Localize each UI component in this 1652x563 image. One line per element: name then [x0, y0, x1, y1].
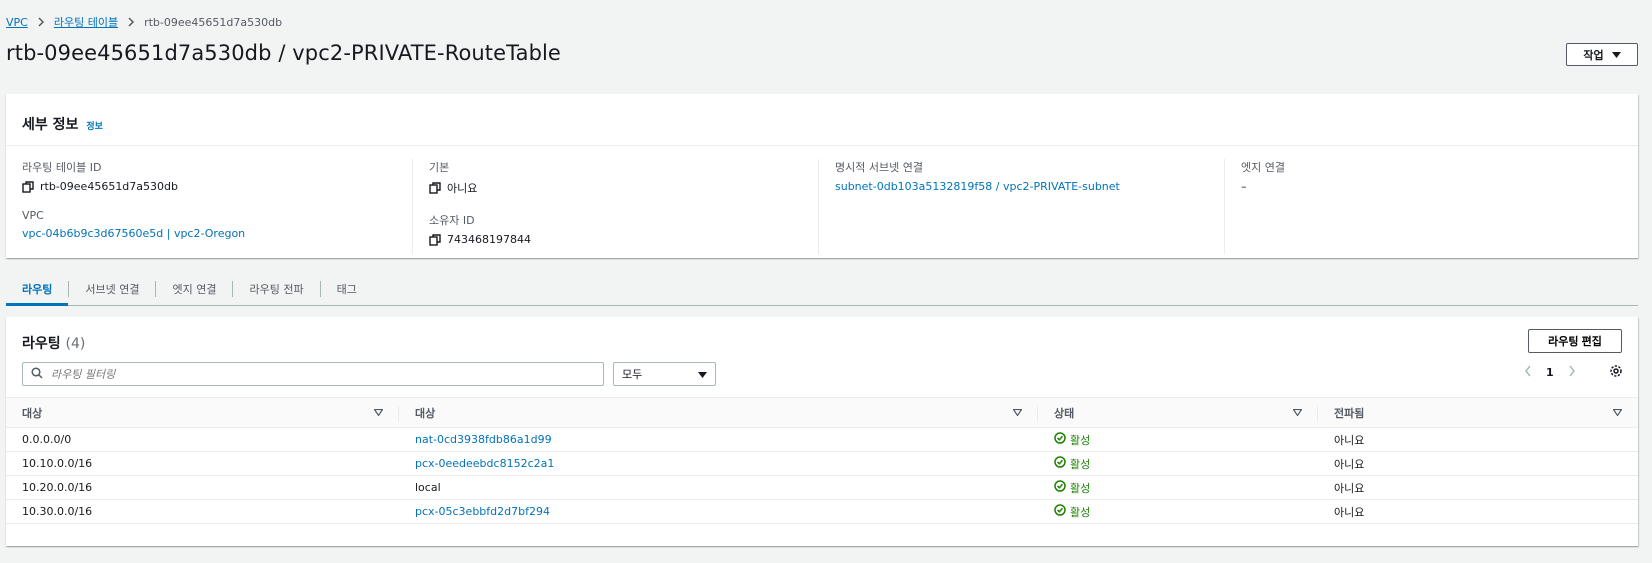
destination-cell: 10.10.0.0/16 [22, 457, 93, 470]
table-row: 0.0.0.0/0 nat-0cd3938fdb86a1d99 활성 아니요 [6, 428, 1638, 452]
status-text: 활성 [1070, 481, 1091, 495]
sort-down-icon[interactable] [1612, 406, 1623, 419]
status-cell: 활성 [1038, 480, 1318, 496]
tab-subnet-associations[interactable]: 서브넷 연결 [69, 277, 155, 305]
caret-down-icon [698, 368, 707, 381]
gear-icon[interactable] [1609, 364, 1623, 381]
propagated-cell: 아니요 [1334, 505, 1365, 519]
column-header-status[interactable]: 상태 [1038, 398, 1318, 427]
target-link[interactable]: nat-0cd3938fdb86a1d99 [415, 433, 552, 446]
destination-cell: 10.20.0.0/16 [22, 481, 93, 494]
routes-panel: 라우팅 (4) 라우팅 편집 모두 1 대상 [6, 317, 1638, 546]
route-table-id-value: rtb-09ee45651d7a530db [40, 180, 178, 193]
propagated-cell: 아니요 [1334, 433, 1365, 447]
column-header-destination[interactable]: 대상 [6, 398, 399, 427]
sort-down-icon[interactable] [1292, 406, 1303, 419]
breadcrumb: VPC 라우팅 테이블 rtb-09ee45651d7a530db [6, 14, 282, 30]
vpc-link[interactable]: vpc-04b6b9c3d67560e5d | vpc2-Oregon [22, 227, 245, 240]
status-text: 활성 [1070, 433, 1091, 447]
actions-button-label: 작업 [1583, 49, 1604, 62]
sort-down-icon[interactable] [1012, 406, 1023, 419]
route-filter-box[interactable] [22, 362, 604, 386]
tab-tags[interactable]: 태그 [321, 277, 373, 305]
actions-button[interactable]: 작업 [1566, 43, 1638, 66]
details-title: 세부 정보 [22, 117, 79, 133]
check-circle-icon [1054, 456, 1066, 471]
target-cell: local [415, 481, 441, 494]
owner-id-label: 소유자 ID [429, 214, 475, 227]
column-header-target[interactable]: 대상 [399, 398, 1038, 427]
check-circle-icon [1054, 504, 1066, 519]
routes-title-text: 라우팅 [22, 336, 61, 352]
vpc-label: VPC [22, 209, 44, 222]
route-table-id-label: 라우팅 테이블 ID [22, 161, 102, 174]
tab-routes[interactable]: 라우팅 [6, 277, 69, 306]
status-text: 활성 [1070, 457, 1091, 471]
search-icon [31, 366, 43, 382]
target-link[interactable]: pcx-0eedeebdc8152c2a1 [415, 457, 554, 470]
status-cell: 활성 [1038, 504, 1318, 520]
status-text: 활성 [1070, 505, 1091, 519]
check-circle-icon [1054, 480, 1066, 495]
copy-icon[interactable] [429, 233, 441, 246]
edge-association-value: – [1241, 180, 1247, 193]
details-column-4: 엣지 연결 – [1224, 159, 1630, 254]
status-cell: 활성 [1038, 432, 1318, 448]
routes-count: (4) [65, 336, 86, 352]
chevron-right-icon [127, 17, 135, 27]
main-label: 기본 [429, 161, 450, 174]
chevron-left-icon[interactable] [1524, 365, 1532, 380]
details-column-2: 기본 아니요 소유자 ID 743468197844 [412, 159, 818, 254]
propagated-cell: 아니요 [1334, 481, 1365, 495]
details-column-1: 라우팅 테이블 ID rtb-09ee45651d7a530db VPC vpc… [6, 159, 412, 254]
column-header-label: 상태 [1054, 406, 1075, 420]
routes-title: 라우팅 (4) [22, 333, 85, 353]
pagination: 1 [1524, 365, 1576, 380]
breadcrumb-route-tables-link[interactable]: 라우팅 테이블 [54, 14, 118, 30]
tab-bar: 라우팅 서브넷 연결 엣지 연결 라우팅 전파 태그 [6, 277, 1638, 306]
route-filter-input[interactable] [51, 367, 571, 381]
table-row: 10.10.0.0/16 pcx-0eedeebdc8152c2a1 활성 아니… [6, 452, 1638, 476]
edit-routes-button[interactable]: 라우팅 편집 [1528, 329, 1622, 353]
column-header-label: 대상 [22, 406, 43, 420]
tab-route-propagation[interactable]: 라우팅 전파 [233, 277, 319, 305]
copy-icon[interactable] [429, 182, 441, 194]
page-number[interactable]: 1 [1546, 366, 1554, 379]
details-panel: 세부 정보 정보 라우팅 테이블 ID rtb-09ee45651d7a530d… [6, 94, 1638, 258]
table-row: 10.20.0.0/16 local 활성 아니요 [6, 476, 1638, 500]
route-filter-select-value: 모두 [622, 368, 643, 381]
main-value: 아니요 [447, 182, 478, 195]
breadcrumb-current: rtb-09ee45651d7a530db [144, 15, 283, 29]
chevron-right-icon [37, 17, 45, 27]
sort-down-icon[interactable] [373, 406, 384, 419]
target-link[interactable]: pcx-05c3ebbfd2d7bf294 [415, 505, 550, 518]
column-header-label: 대상 [415, 406, 436, 420]
info-link[interactable]: 정보 [86, 119, 103, 132]
routes-table: 대상 대상 상태 전파됨 0.0.0.0/0 nat-0cd3938fdb86a… [6, 397, 1638, 524]
tab-edge-associations[interactable]: 엣지 연결 [156, 277, 232, 305]
destination-cell: 0.0.0.0/0 [22, 433, 72, 446]
details-column-3: 명시적 서브넷 연결 subnet-0db103a5132819f58 / vp… [818, 159, 1224, 254]
page-title: rtb-09ee45651d7a530db / vpc2-PRIVATE-Rou… [6, 41, 561, 65]
explicit-subnet-label: 명시적 서브넷 연결 [835, 161, 923, 174]
destination-cell: 10.30.0.0/16 [22, 505, 93, 518]
status-cell: 활성 [1038, 456, 1318, 472]
column-header-propagated[interactable]: 전파됨 [1318, 398, 1638, 427]
column-header-label: 전파됨 [1334, 406, 1365, 420]
caret-down-icon [1611, 49, 1621, 61]
edge-association-label: 엣지 연결 [1241, 161, 1285, 174]
details-header: 세부 정보 정보 [6, 94, 1638, 146]
table-header: 대상 대상 상태 전파됨 [6, 397, 1638, 428]
owner-id-value: 743468197844 [447, 233, 531, 246]
table-row: 10.30.0.0/16 pcx-05c3ebbfd2d7bf294 활성 아니… [6, 500, 1638, 524]
chevron-right-icon[interactable] [1568, 365, 1576, 380]
copy-icon[interactable] [22, 180, 34, 193]
check-circle-icon [1054, 432, 1066, 447]
propagated-cell: 아니요 [1334, 457, 1365, 471]
breadcrumb-vpc-link[interactable]: VPC [6, 16, 28, 29]
explicit-subnet-link[interactable]: subnet-0db103a5132819f58 / vpc2-PRIVATE-… [835, 180, 1120, 193]
route-filter-select[interactable]: 모두 [613, 362, 716, 386]
